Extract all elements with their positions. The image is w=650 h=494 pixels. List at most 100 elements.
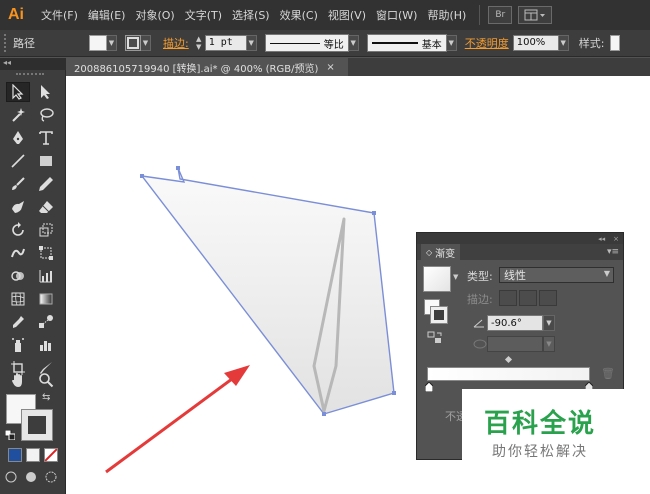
gradient-slider[interactable] [427, 367, 590, 381]
gradient-midpoint-diamond[interactable] [504, 355, 513, 364]
stroke-weight-dropdown[interactable]: ▼ [246, 35, 257, 51]
lasso-tool[interactable] [34, 105, 58, 125]
gradient-stroke-label: 描边: [467, 293, 493, 306]
opacity-field[interactable]: 100% [512, 35, 559, 51]
gradient-mode-button[interactable] [26, 448, 40, 462]
pencil-tool[interactable] [34, 174, 58, 194]
drawing-mode-icons[interactable] [4, 470, 64, 484]
swap-fill-stroke-icon[interactable]: ⇆ [42, 392, 50, 403]
delete-stop-icon[interactable]: 🗑 [601, 367, 615, 380]
rotate-tool[interactable] [6, 220, 30, 240]
brush-label: 基本 [421, 39, 442, 51]
profile-label: 等比 [323, 39, 344, 51]
stroke-panel-link[interactable]: 描边: [163, 35, 189, 51]
selection-tool[interactable] [6, 82, 30, 102]
none-mode-button[interactable] [44, 448, 58, 462]
opacity-panel-link[interactable]: 不透明度 [465, 35, 509, 51]
paintbrush-tool[interactable] [6, 174, 30, 194]
brush-definition-dropdown[interactable]: 基本 [366, 34, 447, 52]
direct-selection-tool[interactable] [34, 82, 58, 102]
rectangle-tool[interactable] [34, 151, 58, 171]
selected-gradient-shape[interactable] [140, 167, 395, 415]
default-fill-stroke-icon[interactable] [5, 430, 15, 440]
gradient-panel-titlebar[interactable]: ◂◂ × [417, 233, 623, 244]
gradient-type-label: 类型: [467, 270, 493, 283]
perspective-grid-tool[interactable] [34, 266, 58, 286]
hand-icon [12, 373, 22, 387]
blend-tool[interactable] [34, 312, 58, 332]
mesh-tool[interactable] [6, 289, 30, 309]
scale-tool[interactable] [34, 220, 58, 240]
document-tab[interactable]: 200886105719940 [转换].ai* @ 400% (RGB/预览)… [66, 58, 348, 76]
gradient-angle-dropdown[interactable]: ▼ [543, 315, 555, 331]
free-transform-tool[interactable] [34, 243, 58, 263]
opacity-dropdown[interactable]: ▼ [558, 35, 569, 51]
menu-object[interactable]: 对象(O) [130, 7, 179, 23]
gradient-tool[interactable] [34, 289, 58, 309]
menu-help[interactable]: 帮助(H) [422, 7, 471, 23]
color-mode-button[interactable] [8, 448, 22, 462]
tool-panel: ⇆ [0, 70, 66, 494]
eyedropper-tool[interactable] [6, 312, 30, 332]
stroke-color-dropdown[interactable]: ▼ [141, 35, 151, 51]
stroke-color-swatch[interactable] [125, 35, 141, 51]
tool-panel-grip[interactable] [16, 73, 44, 76]
hand-tool[interactable] [6, 370, 30, 390]
lasso-icon [40, 108, 54, 122]
menu-edit[interactable]: 编辑(E) [83, 7, 131, 23]
warp-tool[interactable] [6, 243, 30, 263]
line-segment-tool[interactable] [6, 151, 30, 171]
stroke-weight-field[interactable]: 1 pt [204, 35, 247, 51]
column-graph-tool[interactable] [34, 335, 58, 355]
menu-file[interactable]: 文件(F) [36, 7, 83, 23]
gradient-panel-close[interactable]: × [613, 235, 619, 243]
gradient-stroke-box[interactable] [431, 307, 447, 323]
menu-view[interactable]: 视图(V) [323, 7, 371, 23]
stroke-gradient-across-button[interactable] [539, 290, 557, 306]
profile-dropdown-arrow[interactable]: ▼ [348, 35, 359, 51]
tool-panel-header[interactable]: ◂◂ [0, 58, 66, 70]
fill-color-dropdown[interactable]: ▼ [107, 35, 117, 51]
control-bar-grip[interactable] [4, 34, 10, 52]
arrange-documents-button[interactable] [518, 6, 553, 24]
eyedropper-icon [13, 316, 24, 328]
reverse-gradient-icon[interactable] [427, 331, 443, 345]
blob-brush-tool[interactable] [6, 197, 30, 217]
gradient-panel-collapse[interactable]: ◂◂ [598, 235, 605, 243]
fill-color-swatch[interactable] [89, 35, 107, 51]
bridge-button[interactable]: Br [488, 6, 513, 24]
gradient-panel-menu[interactable]: ▾≡ [607, 247, 619, 257]
menu-type[interactable]: 文字(T) [180, 7, 227, 23]
type-tool-icon [39, 131, 53, 145]
stroke-weight-stepper[interactable]: ▲ ▼ [193, 35, 205, 51]
symbol-sprayer-tool[interactable] [6, 335, 30, 355]
document-tab-bar: 200886105719940 [转换].ai* @ 400% (RGB/预览)… [66, 58, 650, 76]
type-tool[interactable] [34, 128, 58, 148]
brush-dropdown-arrow[interactable]: ▼ [446, 35, 457, 51]
pen-tool[interactable] [6, 128, 30, 148]
gradient-tab[interactable]: ◇ 渐变 [421, 244, 461, 260]
menu-window[interactable]: 窗口(W) [371, 7, 422, 23]
eraser-tool[interactable] [34, 197, 58, 217]
gradient-stop-left[interactable] [425, 382, 433, 392]
tool-panel-collapse[interactable]: ◂◂ [3, 58, 11, 67]
magic-wand-tool[interactable] [6, 105, 30, 125]
gradient-preview-dropdown[interactable]: ▼ [453, 273, 458, 281]
stroke-gradient-along-button[interactable] [519, 290, 537, 306]
document-tab-close[interactable]: × [326, 62, 334, 73]
gradient-type-select[interactable]: 线性 ▼ [499, 267, 614, 283]
stroke-color-box[interactable] [22, 410, 52, 440]
gradient-angle-field[interactable]: -90.6° [487, 315, 543, 331]
annotation-arrow [105, 365, 250, 474]
shape-builder-tool[interactable] [6, 266, 30, 286]
graphic-style-swatch[interactable] [610, 35, 621, 51]
column-graph-icon [40, 341, 51, 351]
menu-effect[interactable]: 效果(C) [275, 7, 323, 23]
selection-type-label: 路径 [13, 37, 35, 50]
gradient-preview-swatch[interactable] [423, 266, 451, 292]
stroke-gradient-within-button[interactable] [499, 290, 517, 306]
menu-select[interactable]: 选择(S) [227, 7, 275, 23]
rectangle-tool-icon [40, 156, 52, 166]
variable-width-profile-dropdown[interactable]: 等比 [264, 34, 349, 52]
zoom-tool[interactable] [34, 370, 58, 390]
